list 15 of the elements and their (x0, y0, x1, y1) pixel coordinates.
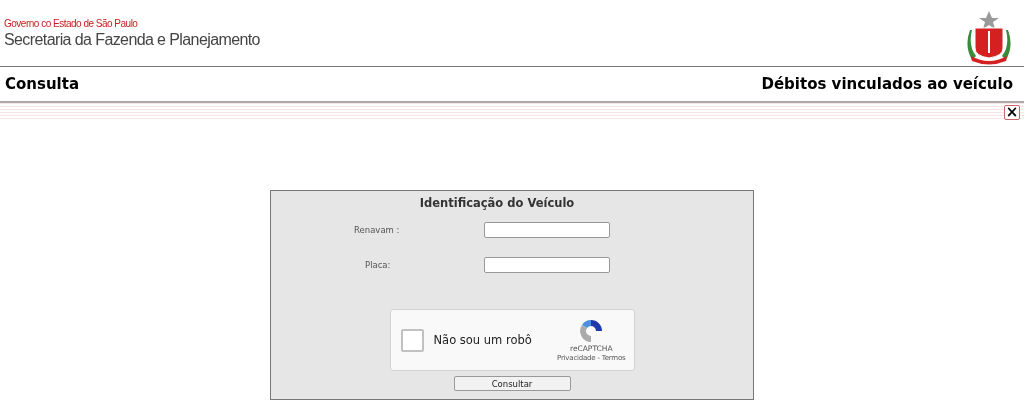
close-button[interactable]: × (1004, 104, 1020, 120)
text-input[interactable] (484, 257, 610, 274)
state-crest-icon (966, 10, 1012, 66)
text-input[interactable] (484, 222, 610, 239)
captcha-checkbox[interactable] (400, 328, 424, 352)
secretariat-name: Secretaria da Fazenda e Planejamento (4, 30, 260, 50)
form-title: Identificação do Veículo (419, 195, 575, 212)
field-label: Renavam : (353, 223, 401, 237)
government-name: Governo co Estado de São Paulo (4, 18, 139, 30)
recaptcha-logo-icon (578, 317, 605, 344)
field-label: Placa: (364, 258, 392, 272)
consult-button[interactable]: Consultar (453, 376, 571, 392)
page-title: Débitos vinculados ao veículo (761, 73, 1013, 95)
captcha-label: Não sou um robô (433, 331, 532, 349)
section-title: Consulta (5, 73, 80, 95)
